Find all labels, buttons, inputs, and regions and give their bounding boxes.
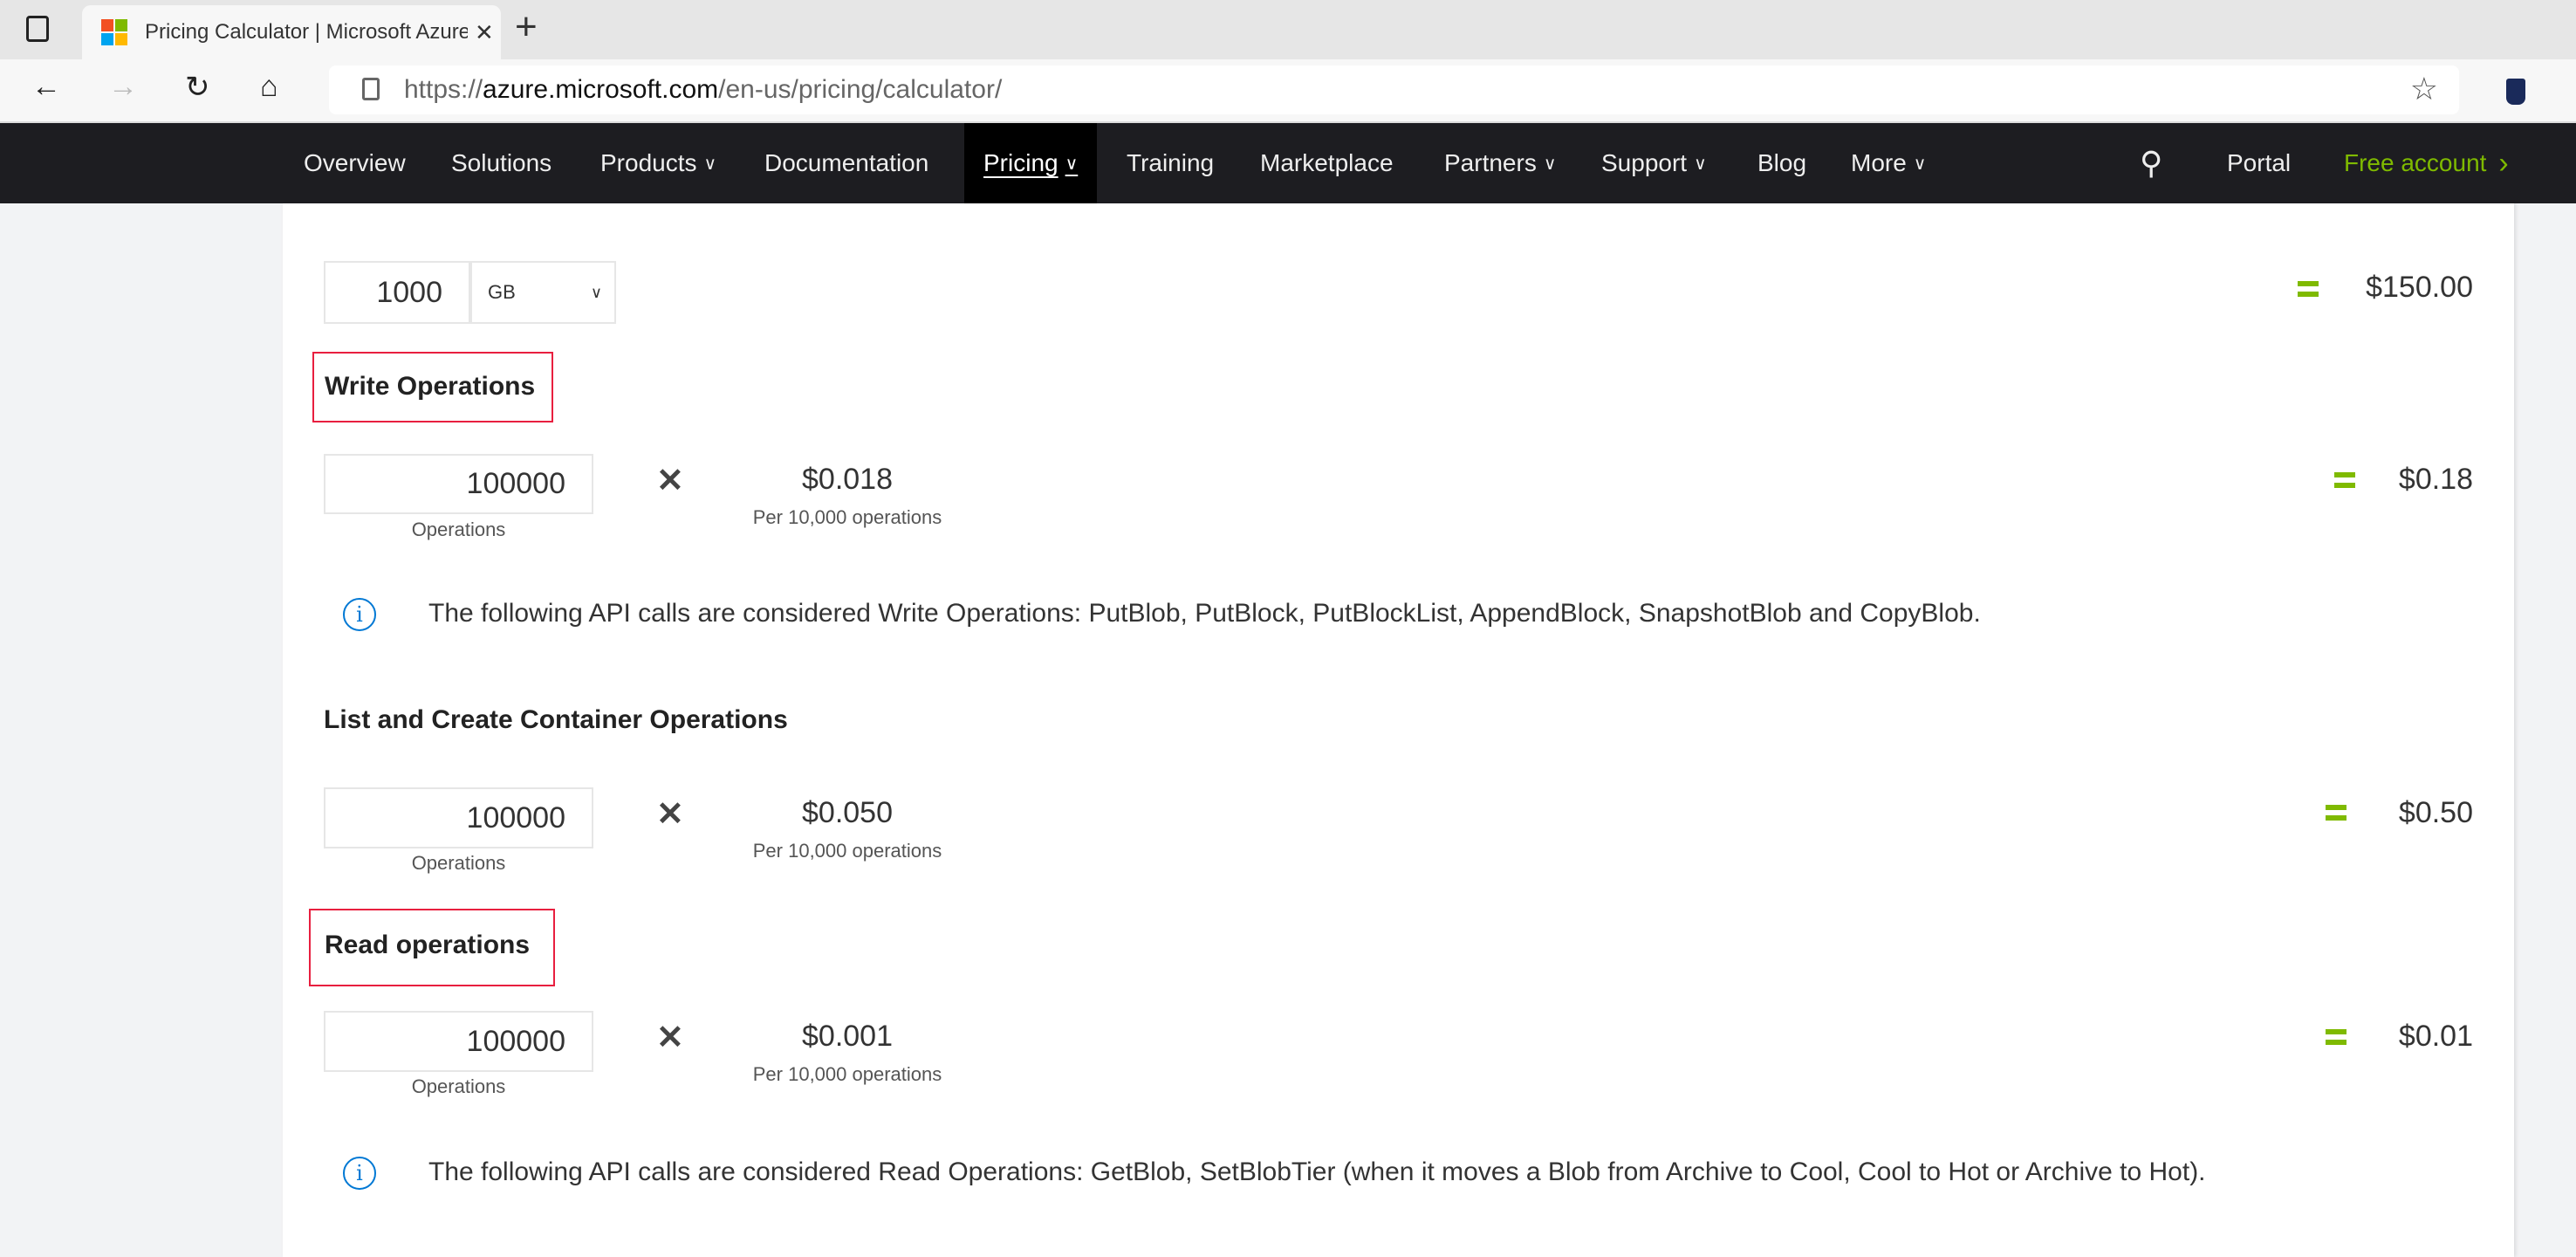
extension-icon[interactable]	[2506, 79, 2525, 105]
read-total: $0.01	[2398, 1020, 2473, 1053]
lock-icon[interactable]	[362, 78, 380, 100]
write-price-per: Per 10,000 operations	[752, 506, 942, 528]
search-icon[interactable]: ⚲	[2140, 123, 2162, 203]
tab-title: Pricing Calculator | Microsoft Azure	[145, 20, 468, 44]
nav-item-label: Products	[600, 149, 697, 176]
nav-item-products[interactable]: Products ∨	[600, 123, 716, 203]
capacity-input[interactable]: 1000	[324, 261, 470, 324]
tab-bar: Pricing Calculator | Microsoft Azure ✕ +	[0, 0, 2576, 59]
nav-item-marketplace[interactable]: Marketplace	[1260, 123, 1394, 203]
portal-link[interactable]: Portal	[2227, 123, 2291, 203]
read-operations-note: The following API calls are considered R…	[428, 1157, 2206, 1186]
capacity-unit-value: GB	[488, 281, 516, 303]
nav-item-label: Blog	[1757, 149, 1807, 176]
list-container-operations-heading: List and Create Container Operations	[324, 705, 788, 734]
write-operations-note: The following API calls are considered W…	[428, 599, 1981, 628]
free-account-label: Free account	[2344, 149, 2487, 176]
nav-item-label: Partners	[1444, 149, 1537, 176]
add-favorite-icon[interactable]: ☆	[2410, 71, 2438, 107]
chevron-down-icon: ∨	[1065, 154, 1079, 174]
info-icon: i	[343, 598, 376, 631]
list-price-per: Per 10,000 operations	[752, 840, 942, 862]
back-icon[interactable]: ←	[31, 70, 61, 104]
chevron-down-icon: ∨	[1543, 154, 1557, 174]
write-operations-heading: Write Operations	[325, 372, 536, 401]
microsoft-logo-icon	[101, 19, 127, 45]
free-account-link[interactable]: Free account ›	[2344, 123, 2509, 203]
nav-item-pricing[interactable]: Pricing ∨	[964, 123, 1098, 203]
nav-item-label: Documentation	[764, 149, 929, 176]
read-unit-label: Operations	[411, 1075, 506, 1097]
top-navigation: Overview Solutions Products ∨ Documentation P…	[0, 123, 2576, 203]
nav-item-support[interactable]: Support ∨	[1601, 123, 1707, 203]
nav-item-label: Support	[1601, 149, 1688, 176]
home-icon[interactable]: ⌂	[260, 70, 278, 104]
nav-item-label: More	[1851, 149, 1907, 176]
list-operations-input[interactable]: 100000	[324, 787, 593, 848]
url-host: azure.microsoft.com	[483, 75, 719, 104]
write-total: $0.18	[2398, 463, 2473, 496]
browser-toolbar: ← → ↻ ⌂ https://azure.microsoft.com/en-u…	[0, 59, 2576, 123]
capacity-unit-select[interactable]: GB ∨	[470, 261, 616, 324]
read-operations-input[interactable]: 100000	[324, 1011, 593, 1072]
chevron-down-icon: ∨	[703, 154, 717, 174]
chevron-down-icon: ∨	[1913, 154, 1927, 174]
refresh-icon[interactable]: ↻	[185, 70, 210, 105]
read-operations-heading: Read operations	[325, 931, 531, 959]
address-bar[interactable]: https://azure.microsoft.com/en-us/pricin…	[329, 65, 2459, 114]
nav-item-solutions[interactable]: Solutions	[451, 123, 552, 203]
forward-icon[interactable]: →	[108, 70, 138, 104]
nav-item-label: Training	[1127, 149, 1215, 176]
list-unit-price: $0.050	[802, 796, 893, 829]
nav-item-blog[interactable]: Blog	[1757, 123, 1806, 203]
write-operations-input[interactable]: 100000	[324, 454, 593, 514]
chevron-down-icon: ∨	[1694, 154, 1707, 174]
list-total: $0.50	[2398, 796, 2473, 829]
browser-tab[interactable]: Pricing Calculator | Microsoft Azure ✕	[82, 5, 501, 59]
chevron-down-icon: ∨	[590, 283, 602, 301]
write-unit-price: $0.018	[802, 463, 893, 496]
chevron-right-icon: ›	[2498, 146, 2509, 180]
nav-item-partners[interactable]: Partners ∨	[1444, 123, 1556, 203]
info-icon: i	[343, 1157, 376, 1190]
nav-item-more[interactable]: More ∨	[1851, 123, 1926, 203]
new-tab-button[interactable]: +	[515, 5, 538, 49]
read-unit-price: $0.001	[802, 1020, 893, 1053]
nav-item-label: Solutions	[451, 149, 552, 176]
read-price-per: Per 10,000 operations	[752, 1063, 942, 1085]
write-unit-label: Operations	[411, 519, 506, 540]
nav-item-overview[interactable]: Overview	[304, 123, 406, 203]
nav-item-training[interactable]: Training	[1127, 123, 1214, 203]
capacity-total: $150.00	[2366, 271, 2473, 304]
list-unit-label: Operations	[411, 852, 506, 874]
nav-item-label: Pricing	[983, 149, 1058, 176]
nav-item-label: Overview	[304, 149, 406, 176]
url-path: /en-us/pricing/calculator/	[718, 75, 1003, 104]
close-tab-icon[interactable]: ✕	[475, 19, 494, 46]
nav-item-documentation[interactable]: Documentation	[764, 123, 928, 203]
nav-item-label: Marketplace	[1260, 149, 1394, 176]
tab-actions-icon[interactable]	[26, 16, 49, 42]
url-prefix: https://	[404, 75, 483, 104]
